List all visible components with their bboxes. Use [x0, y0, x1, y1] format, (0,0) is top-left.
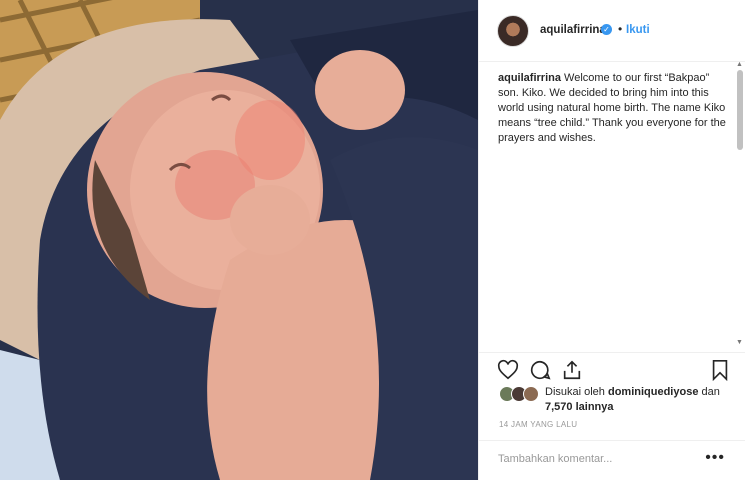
likes-summary: Disukai oleh dominiquediyose dan 7,570 l… — [499, 385, 729, 415]
caption-username[interactable]: aquilafirrina — [498, 72, 561, 84]
likes-user[interactable]: dominiquediyose — [608, 386, 698, 398]
avatar[interactable] — [497, 15, 529, 47]
action-bar — [479, 352, 745, 383]
scroll-up-arrow[interactable]: ▲ — [736, 61, 744, 68]
comment-bar: Tambahkan komentar... ••• — [479, 440, 745, 481]
follow-button[interactable]: Ikuti — [626, 24, 650, 36]
liker-avatar[interactable] — [523, 386, 539, 402]
more-options-icon[interactable]: ••• — [705, 449, 725, 467]
comment-input[interactable]: Tambahkan komentar... — [498, 453, 612, 465]
post-caption: aquilafirrina Welcome to our first “Bakp… — [498, 71, 726, 146]
heart-icon[interactable] — [497, 359, 519, 381]
post-header: aquilafirrina ✓ • Ikuti — [479, 0, 745, 62]
scrollbar-thumb[interactable] — [737, 70, 743, 150]
likes-prefix: Disukai oleh — [545, 386, 608, 398]
comment-icon[interactable] — [529, 359, 551, 381]
share-icon[interactable] — [561, 359, 583, 381]
likes-suffix: dan — [698, 386, 720, 398]
post-timestamp[interactable]: 14 JAM YANG LALU — [499, 420, 577, 429]
header-username[interactable]: aquilafirrina — [540, 24, 606, 36]
post-side-panel: aquilafirrina ✓ • Ikuti aquilafirrina We… — [478, 0, 745, 480]
likes-text: Disukai oleh dominiquediyose dan 7,570 l… — [545, 385, 735, 415]
bookmark-icon[interactable] — [709, 359, 731, 381]
post-photo[interactable] — [0, 0, 478, 480]
verified-icon: ✓ — [601, 24, 612, 35]
separator-dot: • — [618, 22, 623, 36]
likes-count[interactable]: 7,570 lainnya — [545, 401, 614, 413]
scroll-down-arrow[interactable]: ▼ — [736, 339, 744, 346]
